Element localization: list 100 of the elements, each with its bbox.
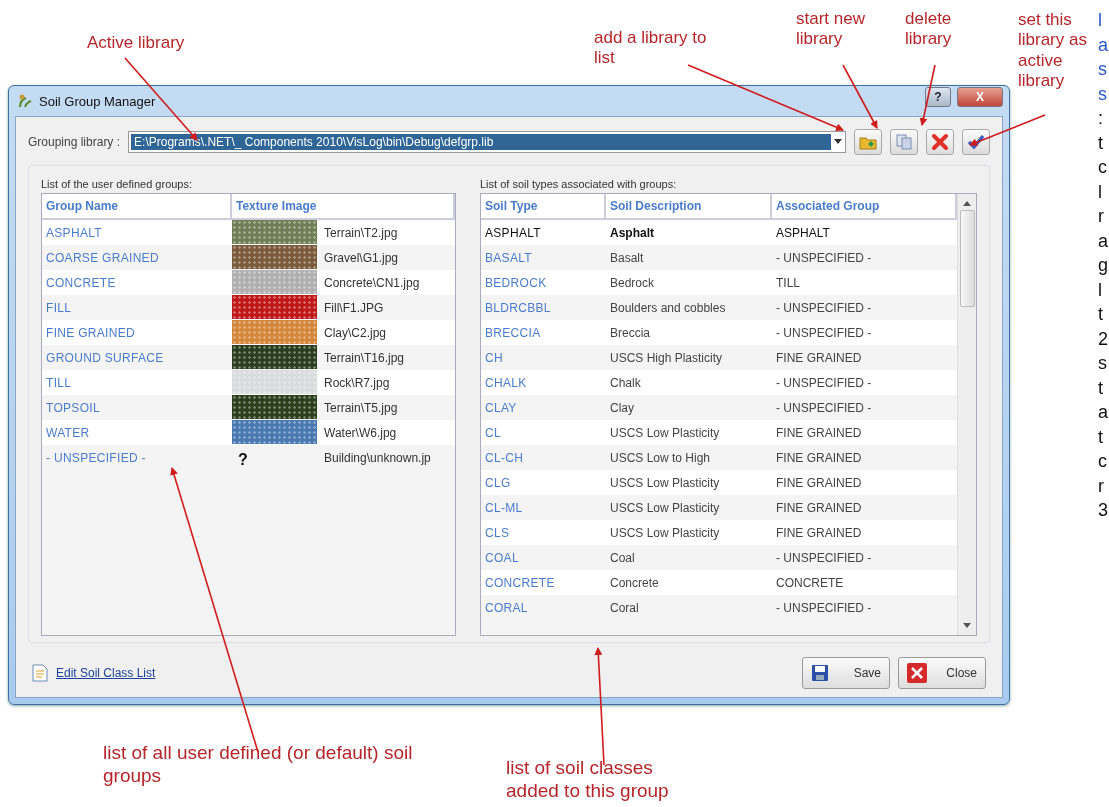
unknown-texture-mark: ? <box>237 450 249 469</box>
library-dropdown[interactable]: E:\Programs\.NET\_ Components 2010\VisLog\bin\Debug\defgrp.lib <box>128 131 846 153</box>
associated-group-cell-text: - UNSPECIFIED - <box>775 600 873 617</box>
soil-description-cell-text: Concrete <box>609 575 660 592</box>
soil-description-cell-text: Coral <box>609 600 640 617</box>
cut-off-text: t <box>1098 376 1104 400</box>
annotation-text: list of all user defined (or default) soil groups <box>103 742 414 788</box>
group-name-cell[interactable]: TILL <box>42 370 232 395</box>
checkmark-icon <box>967 133 985 151</box>
document-icon <box>32 664 48 682</box>
soil-description-cell-text: Coal <box>609 550 636 567</box>
cut-off-text: l <box>1098 9 1103 32</box>
soil-row[interactable]: CONCRETE Concrete CONCRETE <box>481 570 957 595</box>
save-button[interactable]: Save <box>802 657 890 689</box>
cut-off-text: t <box>1098 425 1104 449</box>
cut-off-text: s <box>1098 352 1108 375</box>
group-name-cell[interactable]: - UNSPECIFIED - <box>42 445 232 470</box>
associated-group-cell-text: - UNSPECIFIED - <box>775 375 873 392</box>
group-name-cell[interactable]: TOPSOIL <box>42 395 232 420</box>
group-name-cell[interactable]: COARSE GRAINED <box>42 245 232 270</box>
group-name-cell[interactable]: FILL <box>42 295 232 320</box>
soil-row[interactable]: BEDROCK Bedrock TILL <box>481 270 957 295</box>
soil-row[interactable]: CHALK Chalk - UNSPECIFIED - <box>481 370 957 395</box>
soil-type-cell-text: ASPHALT <box>484 225 542 242</box>
cut-off-text: c <box>1098 156 1108 179</box>
soil-description-cell-text: USCS Low Plasticity <box>609 425 721 442</box>
cut-off-text: a <box>1098 229 1108 253</box>
column-header[interactable]: Group Name <box>42 194 232 218</box>
soil-type-cell-text: CLAY <box>484 400 518 417</box>
annotation-text: start new library <box>796 9 866 50</box>
new-library-button[interactable] <box>890 129 918 155</box>
soil-type-cell-text: BLDRCBBL <box>484 300 552 317</box>
close-dialog-button[interactable]: Close <box>898 657 986 689</box>
cut-off-text: t <box>1098 303 1104 326</box>
column-header[interactable]: Soil Type <box>481 194 606 218</box>
soil-type-cell-text: CORAL <box>484 600 529 617</box>
soil-type-cell-text: COAL <box>484 550 520 567</box>
soil-type-cell-text: CLG <box>484 475 512 492</box>
delete-library-button[interactable] <box>926 129 954 155</box>
soil-row[interactable]: BRECCIA Breccia - UNSPECIFIED - <box>481 320 957 345</box>
scroll-up-icon <box>963 201 971 206</box>
soil-description-cell-text: Boulders and cobbles <box>609 300 727 317</box>
help-button[interactable]: ? <box>925 87 951 107</box>
soil-type-cell-text: CH <box>484 350 504 367</box>
soil-description-cell-text: Bedrock <box>609 275 656 292</box>
associated-group-cell-text: - UNSPECIFIED - <box>775 300 873 317</box>
group-name-cell[interactable]: FINE GRAINED <box>42 320 232 345</box>
column-header[interactable]: Texture Image <box>232 194 455 218</box>
associated-group-cell-text: FINE GRAINED <box>775 450 863 467</box>
group-name-cell[interactable]: ASPHALT <box>42 220 232 245</box>
texture-file-cell-text: Fill\F1.JPG <box>323 300 385 317</box>
soil-type-cell-text: CL <box>484 425 502 442</box>
group-name-cell[interactable]: CONCRETE <box>42 270 232 295</box>
soil-description-cell-text: Basalt <box>609 250 645 267</box>
associated-group-cell-text: - UNSPECIFIED - <box>775 325 873 342</box>
group-name-cell[interactable]: GROUND SURFACE <box>42 345 232 370</box>
set-active-button[interactable] <box>962 129 990 155</box>
soil-description-cell-text: Chalk <box>609 375 642 392</box>
texture-file-cell-text: Building\unknown.jp <box>323 450 432 467</box>
soil-description-cell-text: USCS Low to High <box>609 450 712 467</box>
cut-off-text: c <box>1098 450 1108 473</box>
annotation-arrow <box>919 64 936 126</box>
soil-type-cell-text: CL-CH <box>484 450 525 467</box>
cut-off-text: s <box>1098 58 1108 81</box>
cut-off-text: a <box>1098 33 1108 57</box>
associated-group-cell-text: FINE GRAINED <box>775 425 863 442</box>
soil-row[interactable]: CLG USCS Low Plasticity FINE GRAINED <box>481 470 957 495</box>
cut-off-text: t <box>1098 131 1104 155</box>
add-library-button[interactable] <box>854 129 882 155</box>
soil-description-cell-text: Breccia <box>609 325 651 342</box>
library-label: Grouping library : <box>28 135 121 149</box>
texture-file-cell-text: Concrete\CN1.jpg <box>323 275 421 292</box>
dropdown-arrow-icon <box>833 139 843 145</box>
annotation-text: delete library <box>905 9 953 50</box>
soil-type-cell-text: CLS <box>484 525 511 542</box>
vertical-scrollbar[interactable] <box>957 194 976 635</box>
group-name-cell[interactable]: WATER <box>42 420 232 445</box>
texture-file-cell-text: Water\W6.jpg <box>323 425 398 442</box>
cut-off-text: r <box>1098 474 1105 498</box>
texture-file-cell-text: Gravel\G1.jpg <box>323 250 400 267</box>
column-header[interactable]: Soil Description <box>606 194 772 218</box>
cut-off-text: r <box>1098 205 1105 228</box>
list-caption: List of the user defined groups: <box>41 178 194 190</box>
soil-type-cell-text: CHALK <box>484 375 528 392</box>
associated-group-cell-text: TILL <box>775 275 801 292</box>
soil-description-cell-text: USCS Low Plasticity <box>609 475 721 492</box>
edit-soil-class-link[interactable]: Edit Soil Class List <box>56 666 794 680</box>
cut-off-text: g <box>1098 254 1108 277</box>
cut-off-text: : <box>1098 107 1104 130</box>
associated-group-cell-text: FINE GRAINED <box>775 525 863 542</box>
soil-row[interactable]: ASPHALT Asphalt ASPHALT <box>481 220 957 245</box>
texture-file-cell-text: Terrain\T5.jpg <box>323 400 399 417</box>
close-icon <box>907 663 927 683</box>
soil-row[interactable]: CL USCS Low Plasticity FINE GRAINED <box>481 420 957 445</box>
scrollbar-thumb[interactable] <box>959 210 975 307</box>
associated-group-cell-text: ASPHALT <box>775 225 831 242</box>
cut-off-text: s <box>1098 82 1108 106</box>
soil-row[interactable]: CLS USCS Low Plasticity FINE GRAINED <box>481 520 957 545</box>
cut-off-text: 2 <box>1098 327 1108 351</box>
copy-icon <box>895 133 913 151</box>
